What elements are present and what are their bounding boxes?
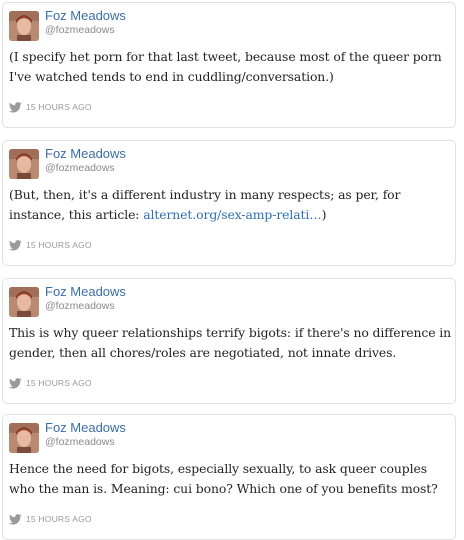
tweet-feed: Foz Meadows @fozmeadows (I specify het p…: [0, 0, 464, 540]
tweet-card: Foz Meadows @fozmeadows (But, then, it's…: [2, 140, 456, 266]
tweet-meta: 15 HOURS AGO: [9, 377, 92, 389]
author-name[interactable]: Foz Meadows: [45, 421, 126, 435]
twitter-bird-icon: [9, 377, 22, 388]
tweet-timestamp[interactable]: 15 HOURS AGO: [26, 240, 92, 250]
author-name[interactable]: Foz Meadows: [45, 285, 126, 299]
tweet-text: (I specify het porn for that last tweet,…: [9, 47, 453, 87]
tweet-text-body: Hence the need for bigots, especially se…: [9, 461, 438, 496]
author-handle[interactable]: @fozmeadows: [45, 300, 115, 312]
tweet-meta: 15 HOURS AGO: [9, 239, 92, 251]
tweet-text-body: (I specify het porn for that last tweet,…: [9, 49, 442, 84]
tweet-timestamp[interactable]: 15 HOURS AGO: [26, 378, 92, 388]
twitter-bird-icon: [9, 513, 22, 524]
avatar[interactable]: [9, 423, 39, 453]
avatar[interactable]: [9, 149, 39, 179]
tweet-timestamp[interactable]: 15 HOURS AGO: [26, 102, 92, 112]
twitter-bird-icon: [9, 101, 22, 112]
author-name[interactable]: Foz Meadows: [45, 147, 126, 161]
tweet-meta: 15 HOURS AGO: [9, 101, 92, 113]
tweet-meta: 15 HOURS AGO: [9, 513, 92, 525]
avatar[interactable]: [9, 11, 39, 41]
twitter-bird-icon: [9, 239, 22, 250]
tweet-text-tail: ): [321, 207, 327, 222]
tweet-card: Foz Meadows @fozmeadows (I specify het p…: [2, 2, 456, 128]
tweet-card: Foz Meadows @fozmeadows Hence the need f…: [2, 414, 456, 540]
author-handle[interactable]: @fozmeadows: [45, 436, 115, 448]
tweet-text: This is why queer relationships terrify …: [9, 323, 453, 363]
tweet-card: Foz Meadows @fozmeadows This is why quee…: [2, 278, 456, 404]
tweet-timestamp[interactable]: 15 HOURS AGO: [26, 514, 92, 524]
tweet-text: Hence the need for bigots, especially se…: [9, 459, 453, 499]
tweet-text: (But, then, it's a different industry in…: [9, 185, 453, 225]
author-handle[interactable]: @fozmeadows: [45, 162, 115, 174]
avatar[interactable]: [9, 287, 39, 317]
tweet-link[interactable]: alternet.org/sex-amp-relati…: [143, 207, 321, 222]
author-handle[interactable]: @fozmeadows: [45, 24, 115, 36]
tweet-text-body: This is why queer relationships terrify …: [9, 325, 452, 360]
author-name[interactable]: Foz Meadows: [45, 9, 126, 23]
